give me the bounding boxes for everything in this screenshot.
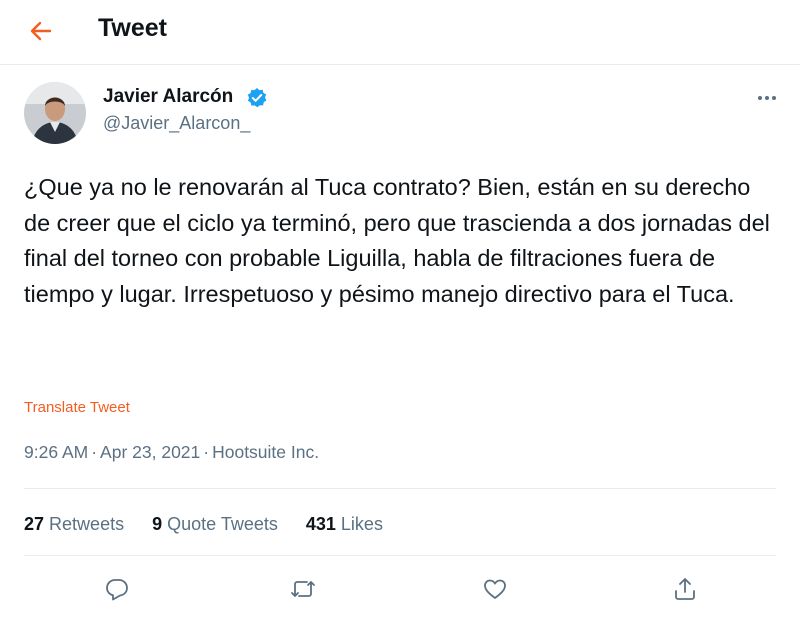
retweet-button[interactable]	[290, 576, 320, 606]
reply-icon	[106, 579, 128, 601]
likes-label: Likes	[340, 514, 383, 534]
verified-badge-icon	[246, 87, 268, 109]
stats-top-divider	[24, 488, 776, 489]
more-dots-icon	[758, 96, 776, 100]
tweet-text: ¿Que ya no le renovarán al Tuca contrato…	[24, 174, 770, 307]
header-divider	[0, 64, 800, 65]
quote-tweets-label: Quote Tweets	[167, 514, 278, 534]
likes-count: 431	[305, 514, 336, 534]
share-icon	[675, 578, 695, 600]
engagement-stats: 27 Retweets 9 Quote Tweets 431 Likes	[24, 514, 411, 535]
more-options-button[interactable]	[752, 86, 782, 110]
retweets-count: 27	[24, 514, 45, 534]
meta-separator: ·	[203, 442, 210, 462]
author-handle[interactable]: @Javier_Alarcon_	[103, 113, 250, 134]
reply-button[interactable]	[104, 576, 134, 606]
back-button[interactable]	[26, 16, 56, 46]
tweet-source[interactable]: Hootsuite Inc.	[212, 442, 319, 462]
tweet-meta: 9:26 AM · Apr 23, 2021 · Hootsuite Inc.	[24, 442, 319, 463]
top-header: Tweet	[0, 0, 800, 62]
heart-icon	[484, 579, 506, 599]
translate-tweet-link[interactable]: Translate Tweet	[24, 399, 130, 416]
retweets-label: Retweets	[49, 514, 125, 534]
page-title: Tweet	[98, 14, 167, 42]
avatar[interactable]	[24, 82, 86, 144]
tweet-time[interactable]: 9:26 AM	[24, 442, 88, 462]
avatar-image	[24, 82, 86, 144]
quote-tweets-stat[interactable]: 9 Quote Tweets	[152, 514, 278, 535]
meta-separator: ·	[91, 442, 98, 462]
likes-stat[interactable]: 431 Likes	[306, 514, 383, 535]
tweet-date[interactable]: Apr 23, 2021	[100, 442, 200, 462]
share-button[interactable]	[672, 576, 702, 606]
quote-tweets-count: 9	[152, 514, 163, 534]
like-button[interactable]	[482, 576, 512, 606]
arrow-left-icon	[30, 21, 52, 41]
retweets-stat[interactable]: 27 Retweets	[24, 514, 124, 535]
retweet-icon	[291, 581, 315, 597]
stats-bottom-divider	[24, 555, 776, 556]
author-name[interactable]: Javier Alarcón	[103, 86, 233, 108]
